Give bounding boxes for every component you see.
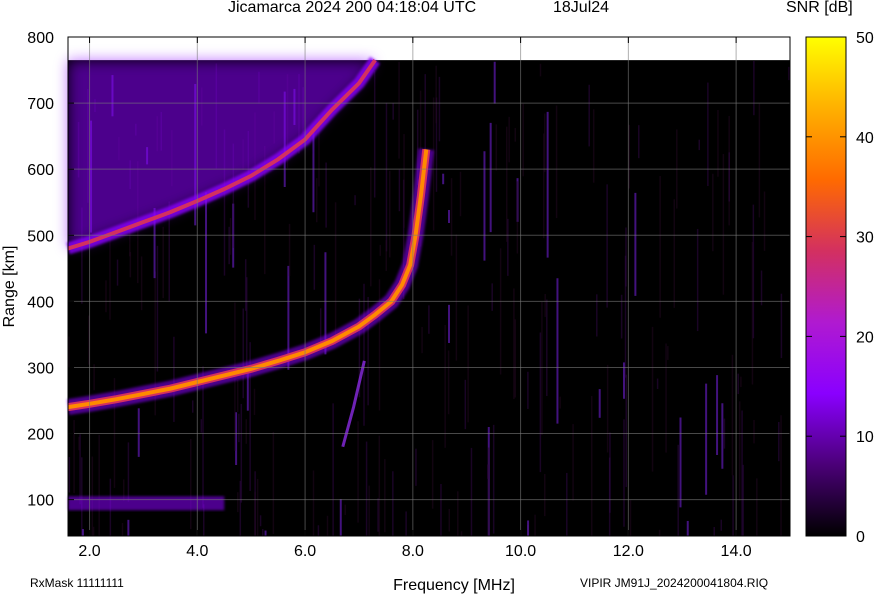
y-tick-label: 600 xyxy=(27,162,54,179)
colorbar-tick-label: 40 xyxy=(856,130,874,147)
x-tick-label: 2.0 xyxy=(78,543,100,560)
y-tick-label: 400 xyxy=(27,294,54,311)
filename-label: VIPIR JM91J_2024200041804.RIQ xyxy=(580,576,769,590)
x-tick-label: 4.0 xyxy=(186,543,208,560)
x-tick-label: 6.0 xyxy=(294,543,316,560)
colorbar-tick-label: 50 xyxy=(856,30,874,47)
colorbar-tick-label: 10 xyxy=(856,429,874,446)
rxmask-label: RxMask 11111111 xyxy=(30,576,124,590)
x-tick-label: 14.0 xyxy=(721,543,752,560)
colorbar-tick-label: 30 xyxy=(856,230,874,247)
colorbar-tick-label: 20 xyxy=(856,329,874,346)
y-tick-label: 200 xyxy=(27,427,54,444)
colorbar xyxy=(805,36,847,537)
x-tick-label: 10.0 xyxy=(505,543,536,560)
x-tick-label: 12.0 xyxy=(613,543,644,560)
low-range-echo xyxy=(68,496,225,511)
y-tick-label: 700 xyxy=(27,96,54,113)
x-axis-label: Frequency [MHz] xyxy=(393,577,515,594)
y-tick-label: 300 xyxy=(27,360,54,377)
y-tick-label: 500 xyxy=(27,228,54,245)
ionogram-chart: 2.0 4.0 6.0 8.0 10.0 12.0 14.01002003004005006… xyxy=(1,30,874,594)
colorbar-tick-label: 0 xyxy=(856,529,865,546)
x-tick-label: 8.0 xyxy=(402,543,424,560)
ionogram-figure: Jicamarca 2024 200 04:18:04 UTC 18Jul24 … xyxy=(0,0,874,595)
y-tick-label: 800 xyxy=(27,30,54,47)
y-tick-label: 100 xyxy=(27,493,54,510)
y-axis-label: Range [km] xyxy=(1,246,18,328)
